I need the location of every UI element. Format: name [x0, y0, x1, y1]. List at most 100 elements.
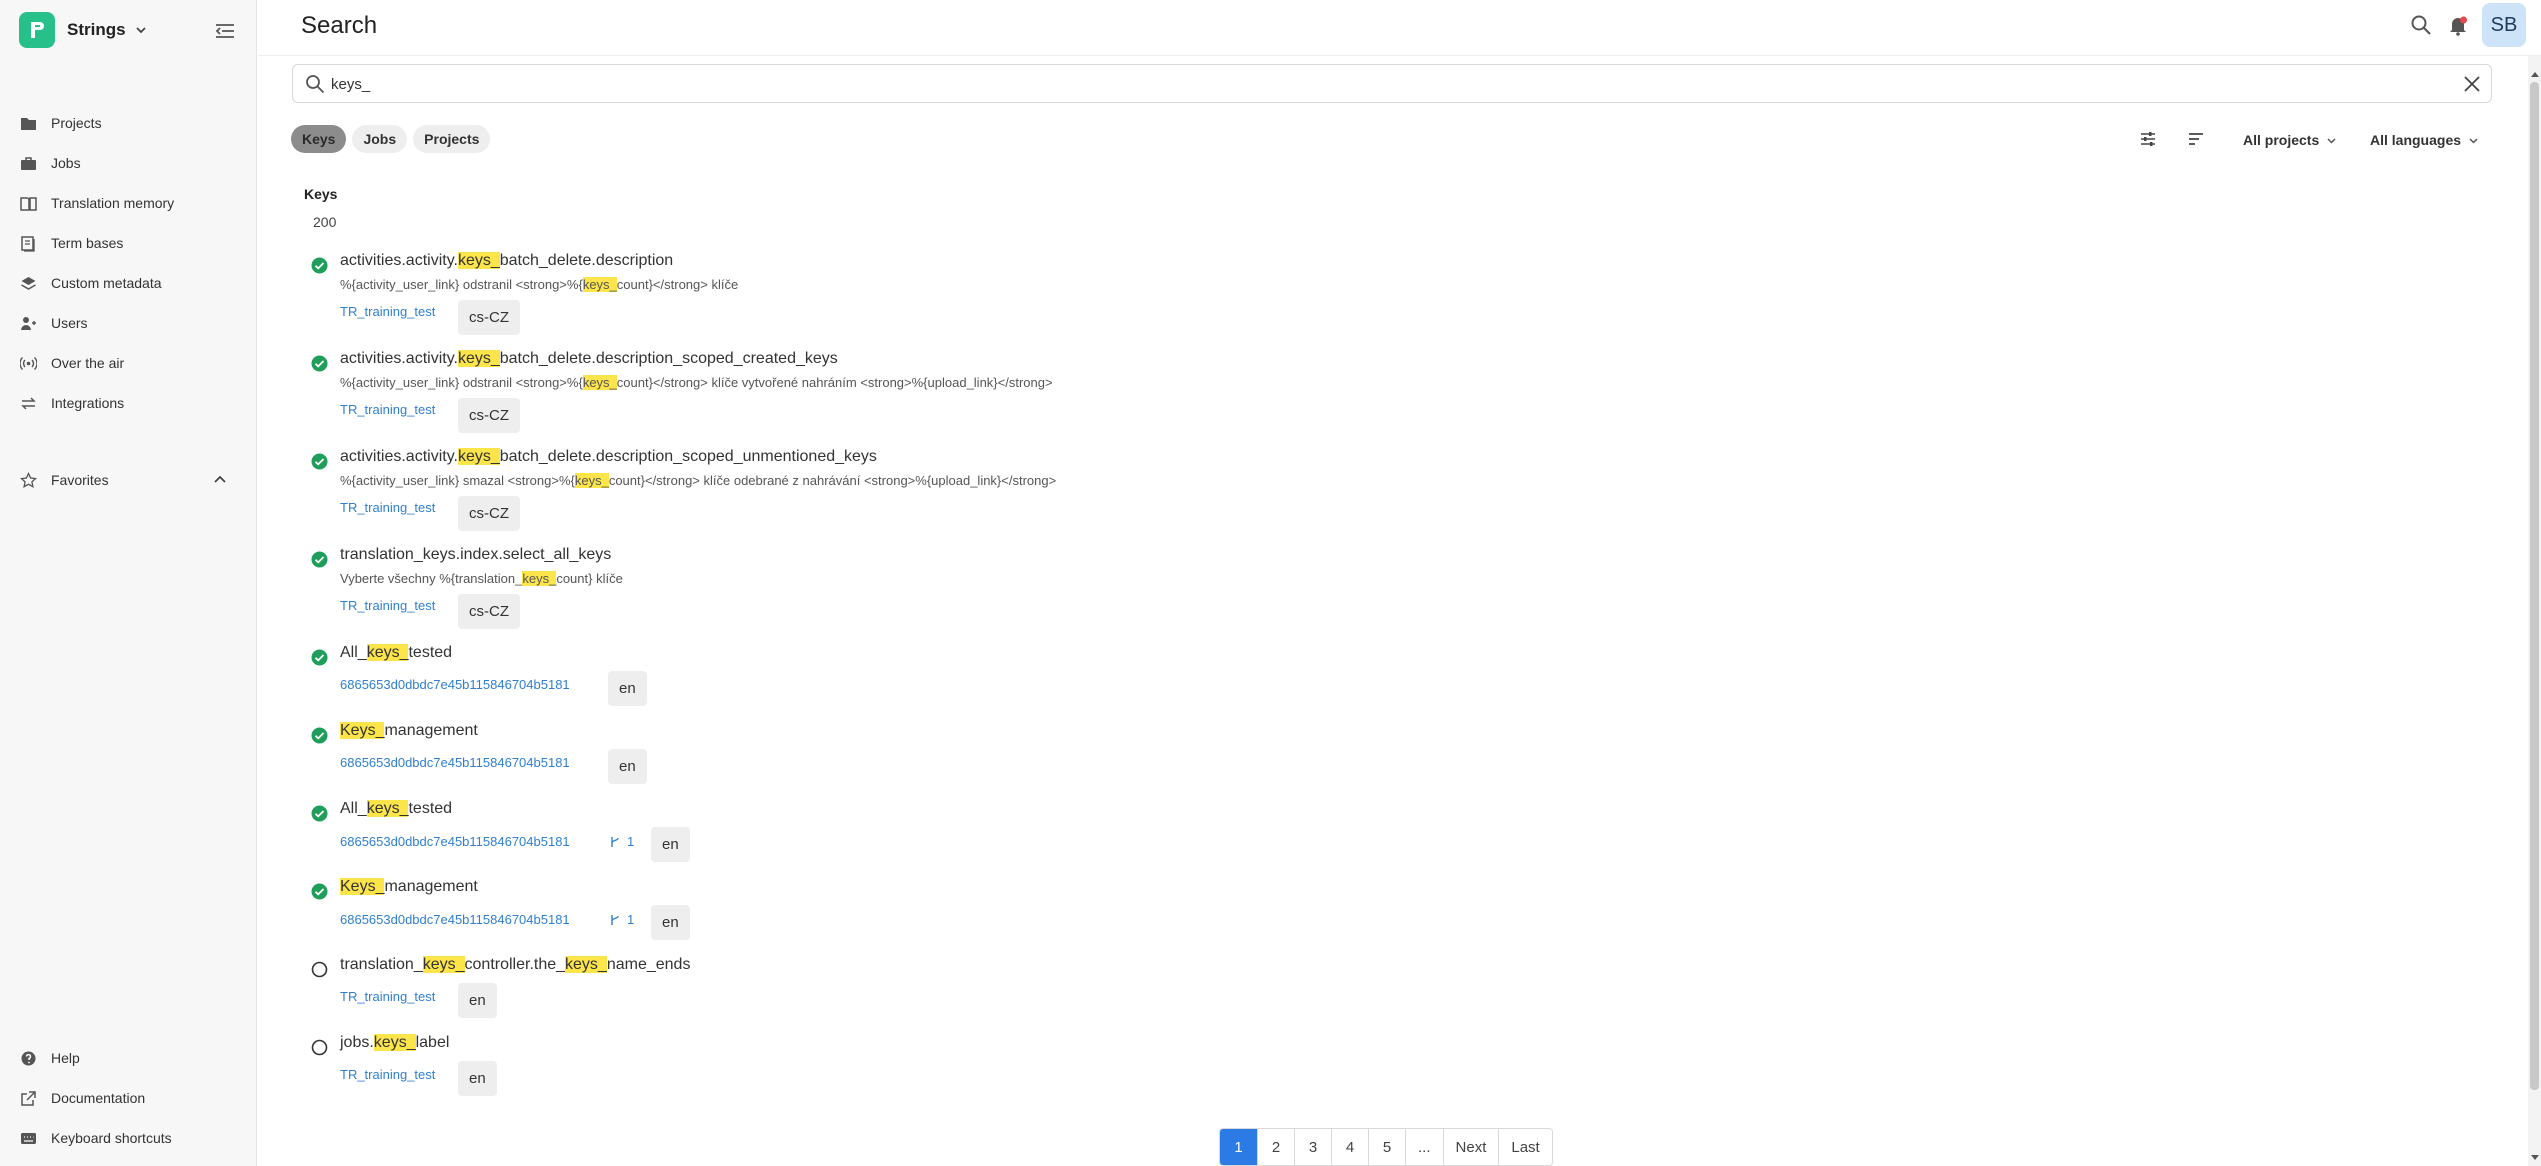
branch-link[interactable]: 1 — [609, 834, 634, 849]
project-link[interactable]: TR_training_test — [340, 598, 435, 613]
global-search-button[interactable] — [2408, 12, 2434, 38]
key-name[interactable]: Keys_management — [340, 722, 478, 740]
folder-icon — [21, 117, 36, 130]
language-badge: cs-CZ — [458, 496, 520, 531]
branch-icon — [611, 836, 619, 847]
sidebar-item-users[interactable]: Users — [0, 303, 257, 343]
language-badge: en — [608, 749, 647, 784]
avatar[interactable]: SB — [2482, 3, 2526, 47]
sidebar-item-custom-metadata[interactable]: Custom metadata — [0, 263, 257, 303]
project-link[interactable]: 6865653d0dbdc7e45b115846704b5181 — [340, 912, 570, 927]
search-input[interactable] — [331, 71, 2431, 97]
layers-icon — [21, 276, 36, 290]
check-circle-icon — [311, 257, 328, 274]
external-link-icon — [21, 1090, 36, 1106]
sidebar-item-term-bases[interactable]: Term bases — [0, 223, 257, 263]
project-link[interactable]: 6865653d0dbdc7e45b115846704b5181 — [340, 755, 570, 770]
pagination: 1 2 3 4 5 ... Next Last — [1219, 1128, 1553, 1166]
key-name[interactable]: activities.activity.keys_batch_delete.de… — [340, 252, 673, 270]
last-page-button[interactable]: Last — [1498, 1129, 1552, 1165]
sidebar-item-label: Documentation — [51, 1090, 146, 1106]
filter-options-button[interactable] — [2136, 127, 2160, 151]
translation-text: %{activity_user_link} odstranil <strong>… — [340, 277, 739, 292]
result-type-tabs: Keys Jobs Projects — [291, 125, 491, 153]
branch-count: 1 — [627, 912, 635, 927]
sidebar-item-help[interactable]: Help — [0, 1038, 257, 1078]
tab-jobs[interactable]: Jobs — [352, 125, 408, 153]
scrollbar-thumb[interactable] — [2530, 82, 2539, 1090]
sliders-icon — [2141, 132, 2155, 146]
sidebar-item-projects[interactable]: Projects — [0, 103, 257, 143]
key-name[interactable]: activities.activity.keys_batch_delete.de… — [340, 350, 838, 368]
project-link[interactable]: TR_training_test — [340, 500, 435, 515]
page-button-3[interactable]: 3 — [1294, 1129, 1331, 1165]
key-name[interactable]: activities.activity.keys_batch_delete.de… — [340, 448, 877, 466]
collapse-sidebar-icon[interactable] — [213, 20, 237, 42]
sidebar-item-label: Help — [51, 1050, 80, 1066]
sidebar-item-jobs[interactable]: Jobs — [0, 143, 257, 183]
scroll-down-icon[interactable] — [2530, 1152, 2540, 1162]
project-link[interactable]: TR_training_test — [340, 1067, 435, 1082]
page-ellipsis: ... — [1405, 1129, 1443, 1165]
page-button-5[interactable]: 5 — [1368, 1129, 1405, 1165]
sidebar: Strings Projects Jobs Translation memory… — [0, 0, 257, 1166]
project-link[interactable]: 6865653d0dbdc7e45b115846704b5181 — [340, 677, 570, 692]
translation-text: %{activity_user_link} odstranil <strong>… — [340, 375, 1053, 390]
arrows-icon — [21, 396, 36, 410]
app-logo — [19, 12, 55, 48]
branch-link[interactable]: 1 — [609, 912, 634, 927]
search-icon — [2411, 15, 2431, 35]
chevron-up-icon[interactable] — [212, 472, 228, 488]
language-badge: en — [651, 827, 690, 862]
tab-projects[interactable]: Projects — [413, 125, 491, 153]
check-circle-icon — [311, 453, 328, 470]
key-name[interactable]: translation_keys.index.select_all_keys — [340, 546, 611, 564]
key-name[interactable]: translation_keys_controller.the_keys_nam… — [340, 956, 690, 974]
project-link[interactable]: TR_training_test — [340, 304, 435, 319]
sidebar-item-integrations[interactable]: Integrations — [0, 383, 257, 423]
check-circle-icon — [311, 727, 328, 744]
notifications-button[interactable] — [2445, 12, 2471, 38]
languages-filter-dropdown[interactable]: All languages — [2370, 128, 2479, 152]
sidebar-bottom-nav: Help Documentation Keyboard shortcuts — [0, 1038, 257, 1158]
bell-icon — [2450, 16, 2467, 36]
sidebar-item-label: Projects — [51, 115, 102, 131]
sidebar-item-translation-memory[interactable]: Translation memory — [0, 183, 257, 223]
page-button-4[interactable]: 4 — [1331, 1129, 1368, 1165]
sidebar-item-label: Keyboard shortcuts — [51, 1130, 172, 1146]
key-name[interactable]: All_keys_tested — [340, 800, 452, 818]
page-button-1[interactable]: 1 — [1220, 1129, 1257, 1165]
branch-icon — [611, 914, 619, 925]
check-circle-icon — [311, 355, 328, 372]
language-badge: cs-CZ — [458, 594, 520, 629]
sidebar-item-label: Custom metadata — [51, 275, 162, 291]
sidebar-item-keyboard-shortcuts[interactable]: Keyboard shortcuts — [0, 1118, 257, 1158]
projects-filter-label: All projects — [2243, 132, 2320, 148]
key-name[interactable]: Keys_management — [340, 878, 478, 896]
key-name[interactable]: All_keys_tested — [340, 644, 452, 662]
sort-button[interactable] — [2184, 127, 2208, 151]
app-name: Strings — [67, 20, 126, 39]
star-icon — [20, 471, 37, 488]
scroll-up-icon[interactable] — [2530, 70, 2540, 80]
circle-outline-icon — [311, 1039, 328, 1056]
workspace-switcher[interactable]: Strings — [19, 12, 148, 48]
tab-keys[interactable]: Keys — [291, 125, 347, 153]
sidebar-item-over-the-air[interactable]: Over the air — [0, 343, 257, 383]
chevron-down-icon — [135, 27, 146, 34]
page-button-2[interactable]: 2 — [1257, 1129, 1294, 1165]
check-circle-icon — [311, 805, 328, 822]
search-field[interactable] — [292, 64, 2492, 103]
favorites-section[interactable]: Favorites — [0, 460, 257, 500]
project-link[interactable]: TR_training_test — [340, 402, 435, 417]
projects-filter-dropdown[interactable]: All projects — [2243, 128, 2337, 152]
close-icon[interactable] — [2461, 73, 2483, 95]
project-link[interactable]: TR_training_test — [340, 989, 435, 1004]
search-icon — [306, 75, 325, 94]
next-page-button[interactable]: Next — [1442, 1129, 1499, 1165]
project-link[interactable]: 6865653d0dbdc7e45b115846704b5181 — [340, 834, 570, 849]
circle-outline-icon — [311, 961, 328, 978]
sidebar-item-documentation[interactable]: Documentation — [0, 1078, 257, 1118]
key-name[interactable]: jobs.keys_label — [340, 1034, 449, 1052]
main-nav: Projects Jobs Translation memory Term ba… — [0, 103, 257, 423]
